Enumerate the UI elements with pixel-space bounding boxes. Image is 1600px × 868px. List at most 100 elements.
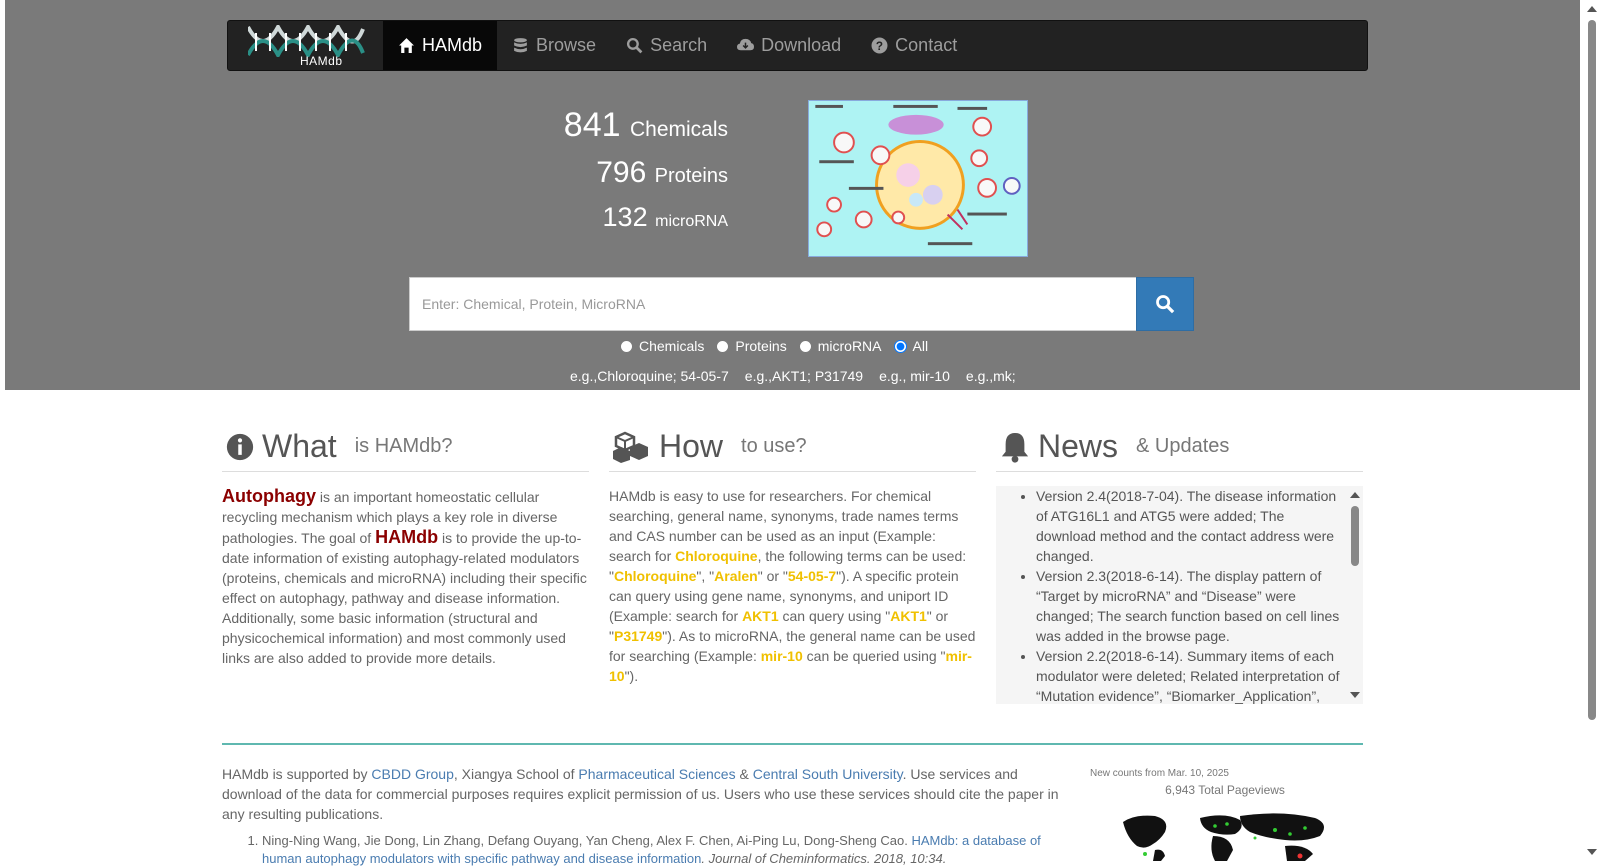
citation: Ning-Ning Wang, Jie Dong, Lin Zhang, Def… bbox=[222, 832, 1062, 868]
cloud-download-icon bbox=[737, 38, 755, 51]
news-scrollbar[interactable] bbox=[1346, 486, 1363, 704]
what-subtitle: is HAMdb? bbox=[354, 435, 453, 457]
svg-text:?: ? bbox=[876, 40, 883, 53]
question-circle-icon: ? bbox=[871, 37, 888, 54]
database-icon bbox=[514, 38, 527, 53]
info-circle-icon bbox=[226, 433, 254, 460]
stat-chemicals-label: Chemicals bbox=[629, 118, 728, 141]
footer-text-part: HAMdb is supported by bbox=[222, 766, 372, 782]
radio-microrna-input[interactable] bbox=[798, 339, 812, 353]
term-hamdb: HAMdb bbox=[375, 527, 439, 547]
counter-pageviews: 6,943 Total Pageviews bbox=[1165, 783, 1285, 797]
example-keyword[interactable]: Chloroquine bbox=[614, 568, 696, 584]
example-keyword[interactable]: Aralen bbox=[714, 568, 758, 584]
radio-proteins-input[interactable] bbox=[716, 339, 730, 353]
news-scroll-thumb[interactable] bbox=[1351, 506, 1359, 566]
search-button[interactable] bbox=[1136, 277, 1194, 331]
term-autophagy: Autophagy bbox=[222, 486, 316, 506]
scroll-down-icon[interactable] bbox=[1350, 692, 1360, 698]
what-text-2: is to provide the up-to-date information… bbox=[222, 530, 587, 666]
stat-microrna: 132 microRNA bbox=[564, 202, 728, 233]
citation-journal: . Journal of Cheminformatics. 2018, 10:3… bbox=[701, 851, 947, 866]
page-scroll-thumb[interactable] bbox=[1588, 20, 1596, 720]
radio-all-label: All bbox=[912, 338, 929, 354]
autophagy-diagram bbox=[808, 100, 1028, 257]
page-scroll-up-icon[interactable] bbox=[1587, 6, 1597, 12]
radio-microrna-label: microRNA bbox=[817, 338, 882, 354]
link-central-south-university[interactable]: Central South University bbox=[753, 766, 903, 782]
radio-chemicals[interactable]: Chemicals bbox=[620, 338, 704, 354]
footer-text-part: , Xiangya School of bbox=[453, 766, 579, 782]
search-input[interactable] bbox=[409, 277, 1136, 331]
search-icon bbox=[627, 37, 643, 54]
search-type-options: Chemicals Proteins microRNA All bbox=[620, 338, 928, 354]
nav-contact-label: Contact bbox=[895, 35, 958, 55]
nav-download-label: Download bbox=[761, 35, 842, 55]
news-item: Version 2.4(2018-7-04). The disease info… bbox=[1036, 486, 1341, 566]
news-list-box[interactable]: Version 2.4(2018-7-04). The disease info… bbox=[996, 486, 1363, 704]
section-divider bbox=[222, 743, 1363, 745]
example-keyword[interactable]: 54-05-7 bbox=[788, 568, 836, 584]
example-keyword[interactable]: P31749 bbox=[614, 628, 662, 644]
page-scroll-down-icon[interactable] bbox=[1587, 849, 1597, 855]
cubes-icon bbox=[613, 431, 648, 463]
citation-item: Ning-Ning Wang, Jie Dong, Lin Zhang, Def… bbox=[262, 832, 1062, 868]
example-other: e.g.,mk; bbox=[965, 368, 1016, 384]
how-text: " or " bbox=[757, 568, 788, 584]
what-section: What is HAMdb? Autophagy is an important… bbox=[222, 422, 589, 668]
nav-contact[interactable]: ? Contact bbox=[856, 21, 972, 70]
radio-chemicals-input[interactable] bbox=[620, 339, 633, 353]
radio-proteins[interactable]: Proteins bbox=[716, 338, 787, 354]
example-keyword[interactable]: AKT1 bbox=[742, 608, 779, 624]
news-section: News & Updates Version 2.4(2018-7-04). T… bbox=[996, 422, 1363, 704]
radio-microrna[interactable]: microRNA bbox=[798, 338, 882, 354]
search-examples: e.g.,Chloroquine; 54-05-7 e.g.,AKT1; P31… bbox=[570, 368, 1016, 384]
how-header: How to use? bbox=[609, 422, 976, 472]
hero-banner: HAMdb HAMdb Browse Search Download ? Con… bbox=[5, 0, 1580, 390]
news-list: Version 2.4(2018-7-04). The disease info… bbox=[996, 486, 1363, 704]
how-subtitle: to use? bbox=[741, 435, 807, 457]
visitor-world-map[interactable] bbox=[1115, 810, 1340, 861]
how-section: How to use? HAMdb is easy to use for res… bbox=[609, 422, 976, 686]
example-chemical: e.g.,Chloroquine; 54-05-7 bbox=[570, 368, 729, 384]
nav-hamdb[interactable]: HAMdb bbox=[383, 21, 498, 70]
nav-download[interactable]: Download bbox=[722, 21, 856, 70]
how-text: "). bbox=[624, 668, 639, 684]
what-title: What bbox=[262, 428, 337, 464]
how-body: HAMdb is easy to use for researchers. Fo… bbox=[609, 486, 976, 686]
site-logo[interactable]: HAMdb bbox=[228, 21, 383, 70]
logo-text: HAMdb bbox=[300, 54, 343, 68]
link-pharmaceutical-sciences[interactable]: Pharmaceutical Sciences bbox=[578, 766, 735, 782]
radio-all[interactable]: All bbox=[893, 338, 929, 354]
scroll-up-icon[interactable] bbox=[1350, 492, 1360, 498]
stat-chemicals-count: 841 bbox=[563, 106, 621, 144]
how-text: ", " bbox=[696, 568, 715, 584]
nav-hamdb-label: HAMdb bbox=[422, 35, 483, 55]
search-bar bbox=[409, 277, 1194, 331]
what-header: What is HAMdb? bbox=[222, 422, 589, 472]
radio-proteins-label: Proteins bbox=[735, 338, 787, 354]
stat-microrna-label: microRNA bbox=[655, 213, 728, 230]
link-cbdd-group[interactable]: CBDD Group bbox=[371, 766, 453, 782]
radio-all-input[interactable] bbox=[893, 339, 907, 353]
home-icon bbox=[399, 38, 414, 53]
how-text: can be queried using " bbox=[802, 648, 946, 664]
news-subtitle: & Updates bbox=[1136, 435, 1230, 457]
footer-text-part: & bbox=[735, 766, 753, 782]
nav-search[interactable]: Search bbox=[611, 21, 722, 70]
page-scrollbar[interactable] bbox=[1583, 0, 1600, 861]
example-keyword[interactable]: mir-10 bbox=[761, 648, 803, 664]
example-microrna: e.g., mir-10 bbox=[879, 368, 950, 384]
stat-chemicals: 841 Chemicals bbox=[564, 106, 728, 156]
example-keyword[interactable]: Chloroquine bbox=[675, 548, 757, 564]
nav-browse[interactable]: Browse bbox=[497, 21, 611, 70]
footer-text: HAMdb is supported by CBDD Group, Xiangy… bbox=[222, 764, 1062, 824]
visitor-counter: New counts from Mar. 10, 2025 6,943 Tota… bbox=[1090, 768, 1360, 797]
example-keyword[interactable]: AKT1 bbox=[890, 608, 927, 624]
top-navbar: HAMdb HAMdb Browse Search Download ? Con… bbox=[227, 20, 1368, 71]
stat-proteins-label: Proteins bbox=[654, 165, 728, 187]
bell-icon bbox=[1001, 432, 1029, 463]
news-title: News bbox=[1038, 428, 1119, 464]
stat-microrna-count: 132 bbox=[602, 202, 648, 232]
stat-proteins: 796 Proteins bbox=[564, 156, 728, 202]
